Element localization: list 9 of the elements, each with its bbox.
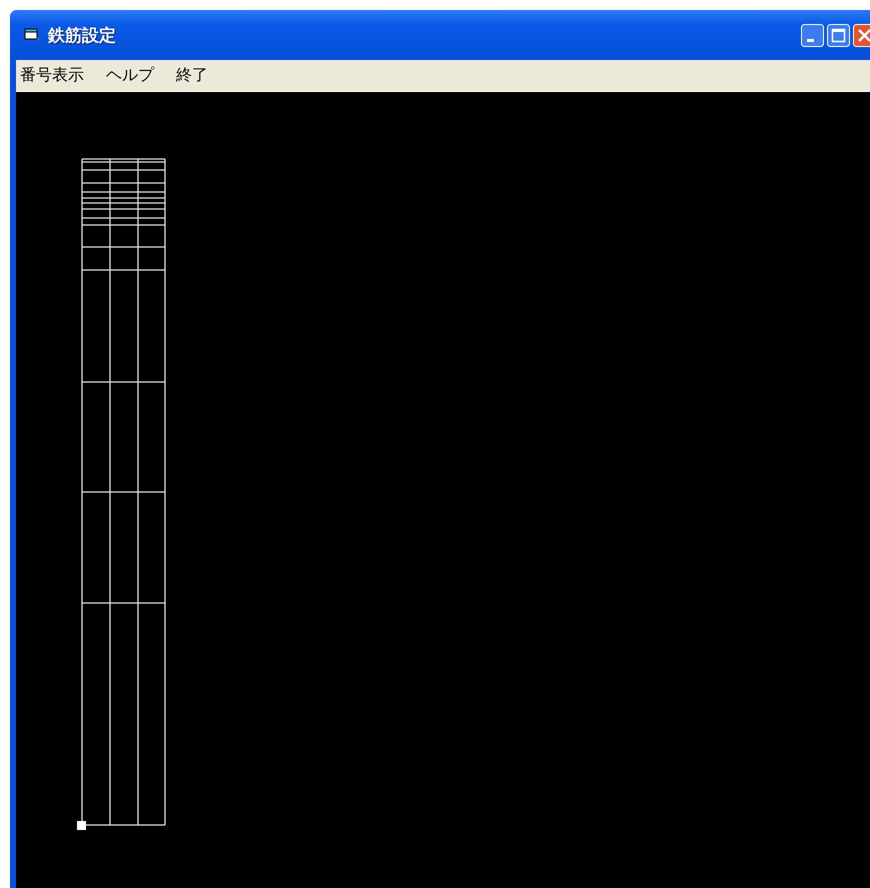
menu-item[interactable]: 終了	[176, 65, 208, 86]
menu-item[interactable]: 番号表示	[20, 65, 84, 86]
app-icon	[24, 28, 40, 42]
minimize-button[interactable]	[801, 24, 824, 46]
node-marker-icon	[77, 821, 86, 830]
window-title: 鉄筋設定	[48, 24, 116, 46]
close-button[interactable]	[853, 24, 870, 46]
menu-item[interactable]: ヘルプ	[106, 65, 154, 86]
maximize-button[interactable]	[827, 24, 850, 46]
